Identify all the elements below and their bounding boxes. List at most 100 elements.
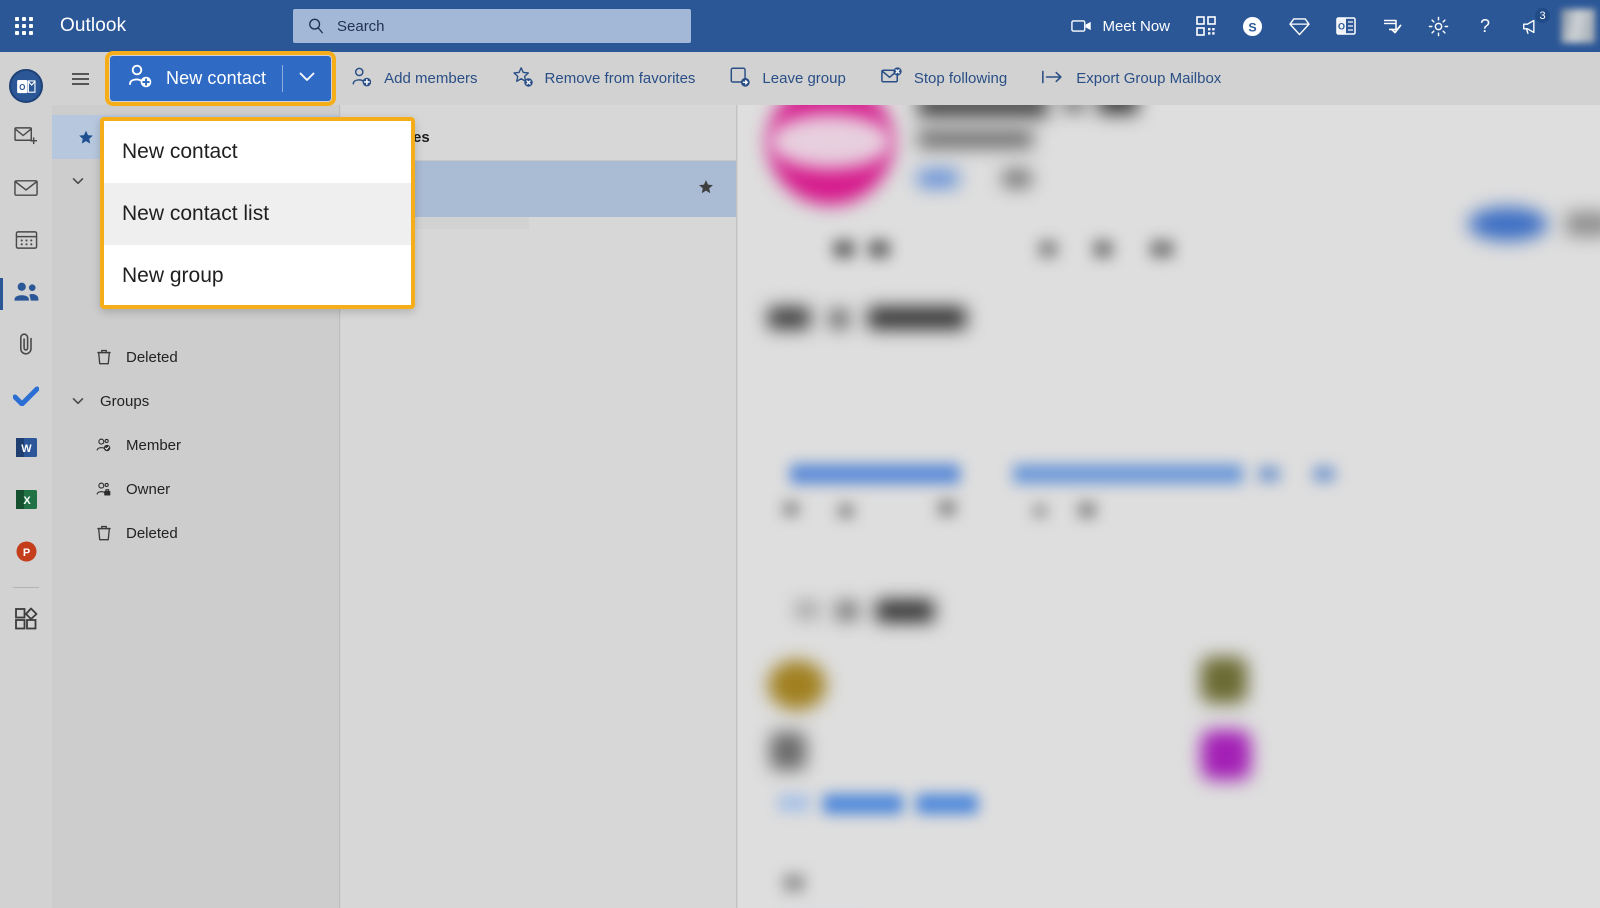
list-label-redacted xyxy=(836,602,858,620)
suite-bar: Outlook Meet Now S O ? xyxy=(0,0,1600,52)
mail-plus-icon xyxy=(13,125,39,151)
member-avatar-redacted xyxy=(1201,730,1251,780)
export-arrow-icon xyxy=(1041,68,1065,90)
excel-icon: X xyxy=(14,487,39,517)
app-title[interactable]: Outlook xyxy=(60,15,126,37)
rail-divider xyxy=(13,587,39,588)
member-avatar-redacted xyxy=(1201,657,1247,703)
sidebar-label-groups-deleted: Deleted xyxy=(126,524,178,542)
meta-icon-redacted xyxy=(1078,502,1096,518)
svg-text:O: O xyxy=(19,82,25,91)
chevron-down-icon xyxy=(70,174,86,188)
new-contact-caret-button[interactable] xyxy=(283,56,331,101)
hamburger-menu-icon[interactable] xyxy=(60,52,100,105)
action-icon-redacted xyxy=(833,240,855,258)
rail-item-mail[interactable] xyxy=(0,164,52,216)
feedback-megaphone-icon[interactable]: 3 xyxy=(1508,0,1556,52)
rail-item-files[interactable] xyxy=(0,320,52,372)
svg-text:?: ? xyxy=(1480,16,1490,36)
rail-item-new-mail[interactable] xyxy=(0,112,52,164)
gear-icon[interactable] xyxy=(1415,0,1462,52)
group-link-redacted xyxy=(918,170,958,187)
diamond-icon[interactable] xyxy=(1276,0,1323,52)
remove-from-favorites-label: Remove from favorites xyxy=(544,70,696,87)
rail-item-powerpoint[interactable]: P xyxy=(0,528,52,580)
search-box[interactable] xyxy=(293,9,691,43)
menu-item-new-group-label: New group xyxy=(122,264,224,287)
new-contact-label: New contact xyxy=(166,68,267,88)
question-mark-icon[interactable]: ? xyxy=(1462,0,1508,52)
rail-item-to-do[interactable] xyxy=(0,372,52,424)
action-icon-redacted xyxy=(868,240,890,258)
skype-icon[interactable]: S xyxy=(1229,0,1276,52)
remove-from-favorites-button[interactable]: Remove from favorites xyxy=(498,52,710,105)
add-members-button[interactable]: Add members xyxy=(337,52,491,105)
leave-group-button[interactable]: Leave group xyxy=(715,52,859,105)
menu-item-new-group[interactable]: New group xyxy=(104,245,411,305)
sidebar-group-groups[interactable]: Groups xyxy=(52,379,339,423)
list-label-redacted xyxy=(876,600,934,622)
star-filled-icon[interactable] xyxy=(698,179,714,199)
sidebar-item-groups-member[interactable]: Member xyxy=(52,423,339,467)
svg-text:S: S xyxy=(1248,20,1256,34)
stop-following-button[interactable]: Stop following xyxy=(866,52,1021,105)
person-add-icon xyxy=(127,63,153,94)
link-row-redacted xyxy=(790,464,960,484)
person-add-icon xyxy=(351,66,373,92)
sidebar-item-groups-owner[interactable]: Owner xyxy=(52,467,339,511)
menu-item-new-contact-label: New contact xyxy=(122,140,238,163)
suite-actions: Meet Now S O ? 3 xyxy=(1058,0,1600,52)
new-contact-button[interactable]: New contact xyxy=(110,56,282,101)
mail-block-icon xyxy=(880,66,903,92)
rail-item-people[interactable] xyxy=(0,268,52,320)
link-row-redacted xyxy=(1013,464,1243,484)
rail-item-excel[interactable]: X xyxy=(0,476,52,528)
member-link-redacted xyxy=(916,794,978,814)
all-apps-grid-icon xyxy=(14,607,38,636)
meta-icon-redacted xyxy=(838,504,854,518)
app-rail: O W X P xyxy=(0,52,52,908)
svg-text:O: O xyxy=(1338,22,1345,32)
link-row-redacted xyxy=(1313,466,1335,482)
export-group-mailbox-button[interactable]: Export Group Mailbox xyxy=(1027,52,1235,105)
meet-now-label: Meet Now xyxy=(1102,17,1170,35)
checkmark-icon xyxy=(12,386,40,411)
rail-item-outlook-home[interactable]: O xyxy=(0,60,52,112)
sidebar-label-deleted-contacts: Deleted xyxy=(126,348,178,366)
envelope-icon xyxy=(13,178,39,203)
action-icon-redacted xyxy=(1038,240,1058,258)
footer-icon-redacted xyxy=(783,874,805,892)
sidebar-item-groups-deleted[interactable]: Deleted xyxy=(52,511,339,555)
svg-text:X: X xyxy=(23,495,31,507)
link-row-redacted xyxy=(1258,466,1280,482)
leave-group-label: Leave group xyxy=(762,70,846,87)
rail-item-word[interactable]: W xyxy=(0,424,52,476)
new-contact-split-button[interactable]: New contact xyxy=(104,51,337,106)
member-avatar-redacted xyxy=(770,732,806,770)
new-contact-dropdown-menu: New contact New contact list New group xyxy=(100,117,415,309)
svg-text:P: P xyxy=(22,547,29,559)
search-input[interactable] xyxy=(337,17,657,35)
app-launcher-icon[interactable] xyxy=(0,0,48,52)
user-avatar[interactable] xyxy=(1556,0,1600,52)
sidebar-label-groups-member: Member xyxy=(126,436,182,454)
menu-item-new-contact[interactable]: New contact xyxy=(104,121,411,183)
meet-now-button[interactable]: Meet Now xyxy=(1058,0,1183,52)
trash-icon xyxy=(96,524,112,542)
calendar-check-icon[interactable] xyxy=(1369,0,1415,52)
sidebar-item-deleted-contacts[interactable]: Deleted xyxy=(52,335,339,379)
section-icon-redacted xyxy=(830,310,848,328)
notification-badge: 3 xyxy=(1534,7,1551,24)
rail-item-calendar[interactable] xyxy=(0,216,52,268)
qr-code-icon[interactable] xyxy=(1183,0,1229,52)
star-filled-icon xyxy=(78,128,94,147)
menu-item-new-contact-list[interactable]: New contact list xyxy=(104,183,411,245)
member-link-redacted xyxy=(778,794,810,812)
rail-item-all-apps[interactable] xyxy=(0,595,52,647)
outlook-square-icon[interactable]: O xyxy=(1323,0,1369,52)
group-avatar-inner-redacted xyxy=(768,114,893,169)
menu-item-new-contact-list-label: New contact list xyxy=(122,202,270,225)
meta-icon-redacted xyxy=(783,502,799,516)
member-link-redacted xyxy=(823,794,903,814)
side-badge-redacted xyxy=(1468,207,1548,241)
